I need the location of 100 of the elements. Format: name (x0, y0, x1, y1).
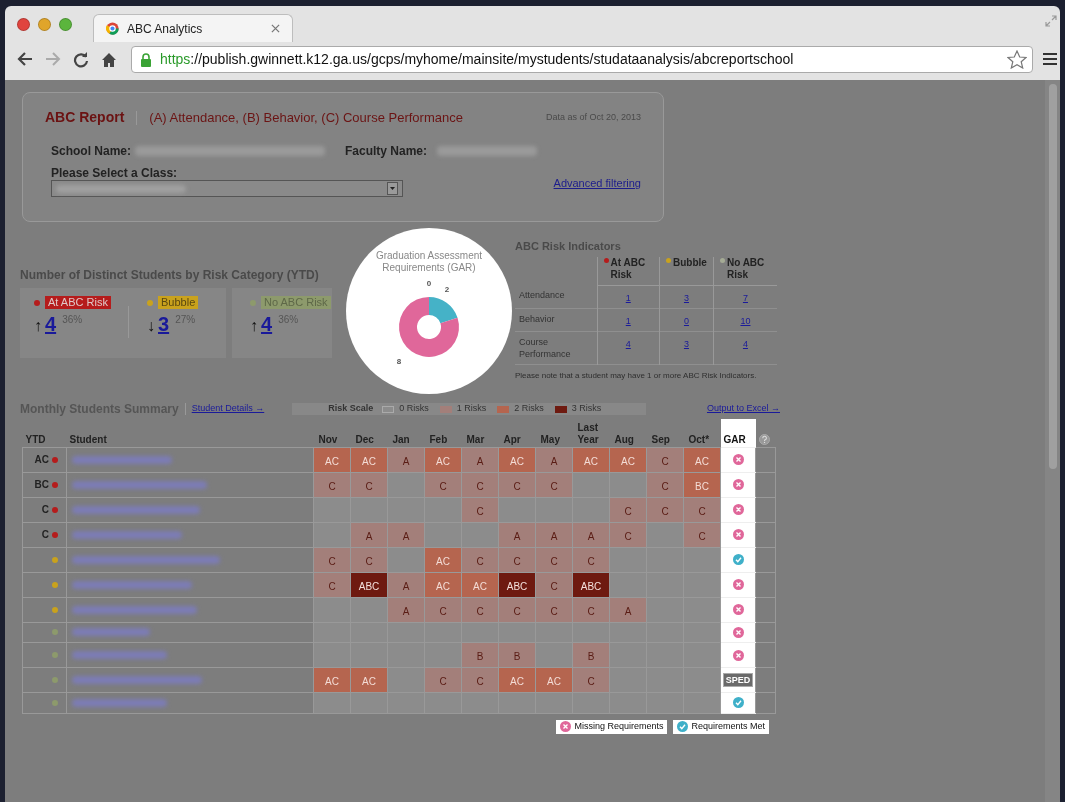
column-header: YTD (25, 433, 47, 446)
risk-scale-text: 3 Risks (571, 402, 602, 416)
count-link[interactable]: 10 (740, 315, 751, 326)
count-link[interactable]: 4 (625, 338, 631, 349)
risk-cell: AC (498, 447, 536, 472)
column-header: Student (69, 433, 108, 446)
risk-cell: A (535, 447, 573, 472)
column-header: Last Year (577, 421, 600, 446)
count-link[interactable]: 1 (625, 315, 631, 326)
legend-label: Requirements Met (691, 719, 765, 733)
x-circle-icon (732, 604, 744, 615)
class-dropdown[interactable] (51, 180, 403, 197)
x-circle-icon (732, 579, 744, 590)
x-circle-icon (732, 529, 744, 540)
risk-cell: AC (683, 447, 721, 472)
count-link[interactable]: 3 (158, 313, 170, 335)
check-circle-icon (732, 554, 744, 565)
data-label: 2 (444, 285, 450, 294)
column-header: Sep (651, 433, 671, 446)
legend-label: Missing Requirements (574, 719, 664, 733)
ytd-text: AC (34, 453, 49, 467)
row-label: Attendance (519, 289, 566, 301)
count-link[interactable]: 0 (683, 315, 689, 326)
risk-scale-text: 0 Risks (399, 402, 429, 416)
excel-link[interactable]: Output to Excel → (706, 402, 780, 416)
report-title: ABC Report (45, 108, 125, 127)
data-label: 0 (426, 279, 432, 288)
field-label: Faculty Name: (345, 143, 429, 160)
column-header: Apr (503, 433, 522, 446)
advanced-filtering-link[interactable]: Advanced filtering (553, 175, 641, 197)
lock-icon (140, 52, 152, 67)
count-link[interactable]: 1 (625, 292, 631, 303)
risk-cell: AC (572, 447, 610, 472)
star-icon[interactable] (1007, 50, 1027, 69)
risk-scale-text: 2 Risks (514, 402, 544, 416)
x-circle-icon (732, 479, 744, 490)
x-circle-icon (732, 504, 744, 515)
trend-arrow: ↓ (147, 317, 155, 335)
address-bar[interactable]: https://publish.gwinnett.k12.ga.us/gcps/myhome/mainsite/mystudents/studataanalysis/abcreportschool (131, 46, 1033, 73)
risk-cell: AC (424, 447, 462, 472)
scrollbar-thumb[interactable] (1049, 84, 1057, 469)
column-header: Mar (466, 433, 486, 446)
column-header: No ABC Risk (726, 256, 766, 281)
risk-cell: A (387, 447, 425, 472)
column-header: Feb (429, 433, 449, 446)
browser-logo-icon (106, 22, 119, 35)
field-label: Please Select a Class: (51, 166, 179, 180)
close-icon[interactable] (271, 24, 280, 33)
column-header: Dec (355, 433, 375, 446)
column-header: May (540, 433, 561, 446)
fullscreen-icon[interactable] (1045, 15, 1057, 27)
risk-cell: AC (350, 447, 388, 472)
minimize-icon[interactable] (38, 18, 51, 31)
count-link[interactable]: 4 (742, 338, 748, 349)
column-header: Oct* (688, 433, 711, 446)
trend-arrow: ↑ (250, 317, 258, 335)
risk-swatch (554, 405, 567, 413)
count-link[interactable]: 4 (261, 313, 273, 335)
risk-cell: AC (609, 447, 647, 472)
home-icon[interactable] (101, 52, 117, 68)
risk-scale-text: 1 Risks (456, 402, 487, 416)
row-label: Course Performance (519, 335, 569, 360)
url-text: https://publish.gwinnett.k12.ga.us/gcps/myhome/mainsite/mystudents/studataanalysis/abcreportschool (160, 50, 794, 69)
column-header: Aug (614, 433, 635, 446)
risk-label: Bubble (158, 296, 199, 309)
data-label: 8 (396, 357, 402, 366)
count-link[interactable]: 4 (45, 313, 57, 335)
ytd-text: C (41, 503, 49, 517)
risk-scale-label: Risk Scale (328, 402, 374, 416)
x-circle-icon (732, 454, 744, 465)
column-header: At ABC Risk (610, 256, 647, 281)
check-circle-icon (732, 697, 744, 709)
column-header: Bubble (673, 256, 707, 269)
maximize-icon[interactable] (59, 18, 72, 31)
risk-cell: AC (313, 447, 351, 472)
column-header: GAR (723, 433, 747, 446)
ytd-text: BC (34, 478, 49, 492)
scrollbar[interactable] (1045, 80, 1060, 802)
risk-cell: A (461, 447, 499, 472)
sped-badge: SPED (722, 673, 754, 687)
menu-icon[interactable] (1043, 53, 1057, 65)
dropdown-caret-icon[interactable] (387, 182, 398, 195)
browser-tab[interactable]: ABC Analytics (93, 14, 293, 42)
risk-swatch (497, 405, 510, 413)
note-text: Please note that a student may have 1 or more ABC Risk Indicators. (515, 369, 758, 382)
trend-arrow: ↑ (34, 317, 42, 335)
risk-swatch (439, 405, 452, 413)
help-icon[interactable] (758, 433, 770, 445)
count-link[interactable]: 7 (742, 292, 748, 303)
row-label: Behavior (519, 312, 556, 325)
count-link[interactable]: 3 (683, 338, 689, 349)
reload-icon[interactable] (73, 52, 89, 68)
count-link[interactable]: 3 (683, 292, 689, 303)
back-icon[interactable] (17, 52, 33, 66)
column-header: Nov (318, 433, 339, 446)
student-details-link[interactable]: Student Details → (191, 402, 265, 416)
report-subtitle: (A) Attendance, (B) Behavior, (C) Course Performance (149, 108, 463, 127)
column-header: Jan (392, 433, 411, 446)
chart-title: Graduation Assessment Requirements (GAR) (374, 250, 484, 274)
field-label: School Name: (51, 143, 132, 160)
